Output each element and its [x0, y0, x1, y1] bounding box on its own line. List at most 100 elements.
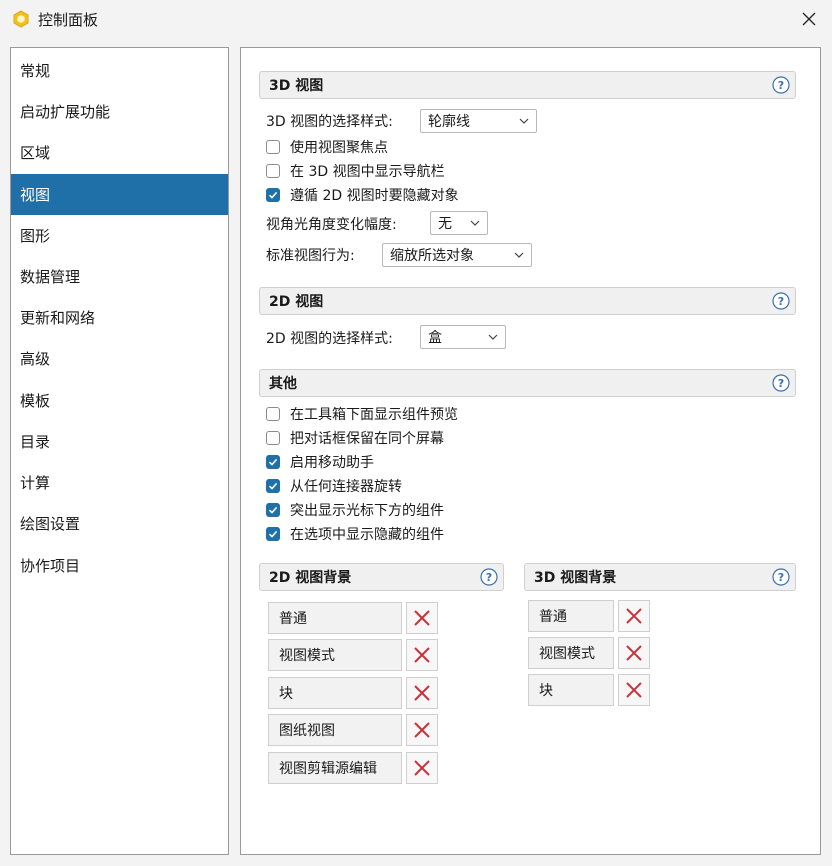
bg2d-sheet-view-delete-button[interactable] [406, 714, 438, 746]
sidebar: 常规 启动扩展功能 区域 视图 图形 数据管理 更新和网络 高级 模板 目录 计… [10, 47, 229, 855]
checkbox-box[interactable] [266, 503, 280, 517]
fov-select[interactable]: 无 [430, 211, 488, 235]
bg2d-block-button[interactable]: 块 [268, 677, 402, 709]
sidebar-item-general[interactable]: 常规 [11, 50, 228, 91]
checkbox-box[interactable] [266, 455, 280, 469]
sidebar-item-catalog[interactable]: 目录 [11, 421, 228, 462]
section-title-2d-background: 2D 视图背景 [269, 570, 352, 586]
checkbox-keep-dialog-same-screen[interactable]: 把对话框保留在同个屏幕 [266, 427, 444, 449]
chevron-down-icon [514, 252, 524, 258]
std-view-behavior-select[interactable]: 缩放所选对象 [382, 243, 532, 267]
sidebar-item-advanced[interactable]: 高级 [11, 338, 228, 379]
delete-x-icon [414, 610, 430, 626]
sidebar-item-region[interactable]: 区域 [11, 132, 228, 173]
checkbox-box[interactable] [266, 527, 280, 541]
checkbox-label: 把对话框保留在同个屏幕 [290, 431, 444, 447]
bg3d-normal-delete-button[interactable] [618, 600, 650, 632]
bg3d-view-mode-delete-button[interactable] [618, 637, 650, 669]
3d-selection-style-label: 3D 视图的选择样式: [266, 114, 393, 130]
checkbox-show-hidden-in-selection[interactable]: 在选项中显示隐藏的组件 [266, 523, 444, 545]
delete-x-icon [626, 682, 642, 698]
2d-selection-style-value: 盒 [428, 330, 442, 346]
svg-text:?: ? [778, 377, 784, 390]
checkbox-label: 在 3D 视图中显示导航栏 [290, 164, 445, 180]
delete-x-icon [414, 685, 430, 701]
help-icon[interactable]: ? [772, 292, 790, 310]
sidebar-item-drawing-settings[interactable]: 绘图设置 [11, 503, 228, 544]
checkbox-label: 在工具箱下面显示组件预览 [290, 407, 458, 423]
sidebar-item-calculation[interactable]: 计算 [11, 462, 228, 503]
bg2d-block-delete-button[interactable] [406, 677, 438, 709]
3d-selection-style-value: 轮廓线 [428, 114, 470, 130]
bg2d-clip-source-edit-delete-button[interactable] [406, 752, 438, 784]
chevron-down-icon [470, 220, 480, 226]
2d-selection-style-label: 2D 视图的选择样式: [266, 331, 393, 347]
bg3d-block-button[interactable]: 块 [528, 674, 614, 706]
checkbox-box[interactable] [266, 431, 280, 445]
checkbox-label: 在选项中显示隐藏的组件 [290, 527, 444, 543]
section-title-2d-view: 2D 视图 [269, 294, 324, 310]
window-title: 控制面板 [38, 11, 99, 29]
main-panel: 3D 视图 ? 3D 视图的选择样式: 轮廓线 使用视图聚焦点 在 3D 视图中… [240, 47, 821, 855]
sidebar-item-extensions[interactable]: 启动扩展功能 [11, 91, 228, 132]
sidebar-item-view[interactable]: 视图 [11, 174, 228, 215]
section-header-other: 其他 ? [259, 369, 796, 397]
section-title-3d-background: 3D 视图背景 [534, 570, 617, 586]
checkbox-use-view-focus[interactable]: 使用视图聚焦点 [266, 136, 388, 158]
checkbox-show-navbar[interactable]: 在 3D 视图中显示导航栏 [266, 160, 445, 182]
sidebar-item-data-management[interactable]: 数据管理 [11, 256, 228, 297]
checkbox-follow-2d-hidden[interactable]: 遵循 2D 视图时要隐藏对象 [266, 184, 459, 206]
checkbox-label: 启用移动助手 [290, 455, 374, 471]
checkbox-highlight-under-cursor[interactable]: 突出显示光标下方的组件 [266, 499, 444, 521]
close-button[interactable] [786, 0, 832, 38]
checkbox-label: 遵循 2D 视图时要隐藏对象 [290, 188, 459, 204]
sidebar-item-graphics[interactable]: 图形 [11, 215, 228, 256]
checkbox-label: 从任何连接器旋转 [290, 479, 402, 495]
bg2d-view-mode-button[interactable]: 视图模式 [268, 639, 402, 671]
bg2d-view-mode-delete-button[interactable] [406, 639, 438, 671]
close-icon [802, 12, 816, 26]
section-header-2d-background: 2D 视图背景 ? [259, 563, 504, 591]
bg2d-normal-button[interactable]: 普通 [268, 602, 402, 634]
help-icon[interactable]: ? [480, 568, 498, 586]
checkbox-enable-move-assistant[interactable]: 启用移动助手 [266, 451, 374, 473]
sidebar-item-collaboration[interactable]: 协作项目 [11, 545, 228, 586]
svg-text:?: ? [778, 571, 784, 584]
delete-x-icon [414, 760, 430, 776]
chevron-down-icon [519, 118, 529, 124]
sidebar-item-update-network[interactable]: 更新和网络 [11, 297, 228, 338]
checkbox-box[interactable] [266, 407, 280, 421]
checkbox-box[interactable] [266, 140, 280, 154]
section-title-other: 其他 [269, 376, 297, 392]
delete-x-icon [414, 722, 430, 738]
bg3d-normal-button[interactable]: 普通 [528, 600, 614, 632]
bg2d-clip-source-edit-button[interactable]: 视图剪辑源编辑 [268, 752, 402, 784]
sidebar-item-templates[interactable]: 模板 [11, 380, 228, 421]
checkbox-rotate-any-connector[interactable]: 从任何连接器旋转 [266, 475, 402, 497]
help-icon[interactable]: ? [772, 76, 790, 94]
bg2d-normal-delete-button[interactable] [406, 602, 438, 634]
delete-x-icon [626, 645, 642, 661]
std-view-behavior-value: 缩放所选对象 [390, 248, 474, 264]
checkbox-box[interactable] [266, 164, 280, 178]
checkmark-icon [268, 191, 278, 199]
2d-selection-style-select[interactable]: 盒 [420, 325, 506, 349]
svg-text:?: ? [778, 295, 784, 308]
checkbox-box[interactable] [266, 188, 280, 202]
help-icon[interactable]: ? [772, 568, 790, 586]
section-title-3d-view: 3D 视图 [269, 78, 324, 94]
fov-label: 视角光角度变化幅度: [266, 217, 397, 233]
fov-value: 无 [438, 216, 452, 232]
bg2d-sheet-view-button[interactable]: 图纸视图 [268, 714, 402, 746]
svg-text:?: ? [778, 79, 784, 92]
title-bar: 控制面板 [0, 0, 832, 38]
checkmark-icon [268, 506, 278, 514]
chevron-down-icon [488, 334, 498, 340]
bg3d-block-delete-button[interactable] [618, 674, 650, 706]
section-header-2d-view: 2D 视图 ? [259, 287, 796, 315]
bg3d-view-mode-button[interactable]: 视图模式 [528, 637, 614, 669]
checkbox-box[interactable] [266, 479, 280, 493]
checkbox-show-component-preview[interactable]: 在工具箱下面显示组件预览 [266, 403, 458, 425]
help-icon[interactable]: ? [772, 374, 790, 392]
3d-selection-style-select[interactable]: 轮廓线 [420, 109, 537, 133]
